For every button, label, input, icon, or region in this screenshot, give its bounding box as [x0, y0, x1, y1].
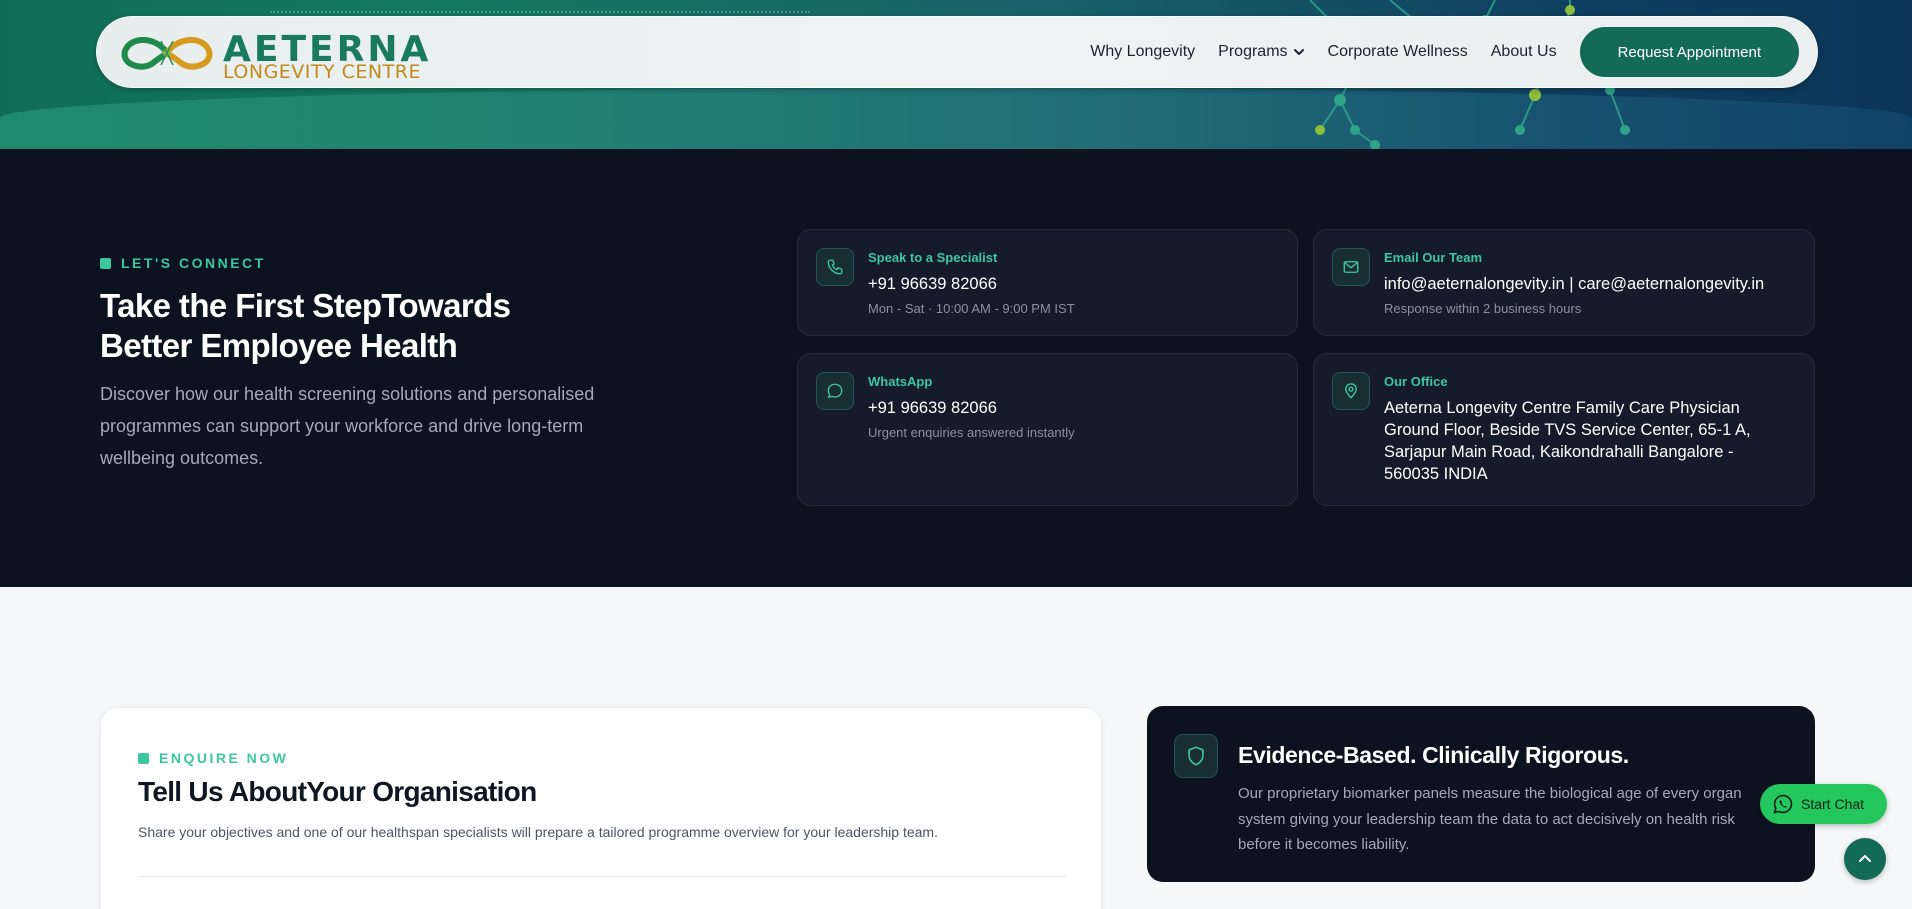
phone-icon [827, 259, 843, 275]
office-label: Our Office [1384, 374, 1448, 389]
nav-programs[interactable]: Programs [1218, 43, 1304, 61]
whatsapp-value[interactable]: +91 96639 82066 [868, 397, 1277, 419]
whatsapp-icon [1772, 793, 1794, 815]
lets-connect-label: LET'S CONNECT [121, 255, 266, 271]
navbar: AETERNA LONGEVITY CENTRE Why Longevity P… [96, 16, 1818, 88]
email-response-time: Response within 2 business hours [1384, 301, 1582, 316]
office-card[interactable]: Our Office Aeterna Longevity Centre Fami… [1313, 353, 1815, 506]
start-chat-label: Start Chat [1801, 796, 1865, 812]
enquire-now-label: ENQUIRE NOW [159, 750, 289, 766]
nav-links: Why Longevity Programs Corporate Wellnes… [1090, 27, 1799, 77]
connect-title-line1: Take the First StepTowards [100, 287, 511, 324]
whatsapp-label: WhatsApp [868, 374, 933, 389]
mail-icon-box [1332, 248, 1370, 286]
nav-why-longevity[interactable]: Why Longevity [1090, 43, 1195, 61]
scroll-to-top-button[interactable] [1844, 838, 1886, 880]
request-appointment-button[interactable]: Request Appointment [1579, 27, 1799, 77]
chevron-down-icon [1293, 49, 1304, 55]
phone-hours: Mon - Sat · 10:00 AM - 9:00 PM IST [868, 301, 1075, 316]
whatsapp-card[interactable]: WhatsApp +91 96639 82066 Urgent enquirie… [797, 353, 1298, 506]
email-label: Email Our Team [1384, 250, 1483, 265]
connect-description: Discover how our health screening soluti… [100, 384, 595, 468]
evidence-title: Evidence-Based. Clinically Rigorous. [1238, 742, 1629, 768]
brand-subtitle: LONGEVITY CENTRE [223, 61, 421, 83]
start-chat-button[interactable]: Start Chat [1760, 784, 1887, 824]
chat-icon-box [816, 372, 854, 410]
nav-corporate-wellness-label: Corporate Wellness [1327, 43, 1468, 60]
phone-value[interactable]: +91 96639 82066 [868, 273, 1277, 295]
lets-connect-eyebrow: LET'S CONNECT [100, 255, 266, 271]
shield-icon [1188, 746, 1204, 766]
enquiry-form-card [100, 707, 1102, 909]
brand-logo[interactable]: AETERNA LONGEVITY CENTRE [117, 25, 437, 83]
map-pin-icon-box [1332, 372, 1370, 410]
infinity-logo-icon [121, 37, 213, 70]
enquiry-form-title: Tell Us AboutYour Organisation [138, 776, 537, 807]
enquiry-form-description: Share your objectives and one of our hea… [138, 824, 938, 840]
form-divider [138, 876, 1066, 877]
chat-bubble-icon [827, 383, 843, 399]
nav-about-us[interactable]: About Us [1491, 43, 1557, 61]
email-card[interactable]: Email Our Team info@aeternalongevity.in … [1313, 229, 1815, 336]
evidence-description: Our proprietary biomarker panels measure… [1238, 785, 1742, 853]
nav-about-us-label: About Us [1490, 43, 1557, 60]
chevron-up-icon [1859, 855, 1871, 862]
phone-label: Speak to a Specialist [868, 250, 998, 265]
eyebrow-marker [138, 752, 149, 764]
enquire-now-eyebrow: ENQUIRE NOW [138, 750, 288, 766]
eyebrow-marker [100, 257, 111, 269]
evidence-card: Evidence-Based. Clinically Rigorous. Our… [1147, 706, 1815, 882]
email-value[interactable]: info@aeternalongevity.in | care@aeternal… [1384, 273, 1794, 295]
connect-title-line2: Better Employee Health [100, 327, 458, 364]
phone-icon-box [816, 248, 854, 286]
mail-icon [1343, 261, 1359, 273]
connect-title: Take the First StepTowards Better Employ… [100, 286, 660, 366]
map-pin-icon [1345, 383, 1357, 399]
nav-why-longevity-label: Why Longevity [1090, 43, 1196, 60]
nav-corporate-wellness[interactable]: Corporate Wellness [1328, 43, 1468, 61]
phone-card[interactable]: Speak to a Specialist +91 96639 82066 Mo… [797, 229, 1298, 336]
whatsapp-note: Urgent enquiries answered instantly [868, 425, 1075, 440]
shield-icon-box [1174, 734, 1218, 778]
nav-programs-label: Programs [1218, 43, 1288, 60]
office-address: Aeterna Longevity Centre Family Care Phy… [1384, 399, 1751, 483]
